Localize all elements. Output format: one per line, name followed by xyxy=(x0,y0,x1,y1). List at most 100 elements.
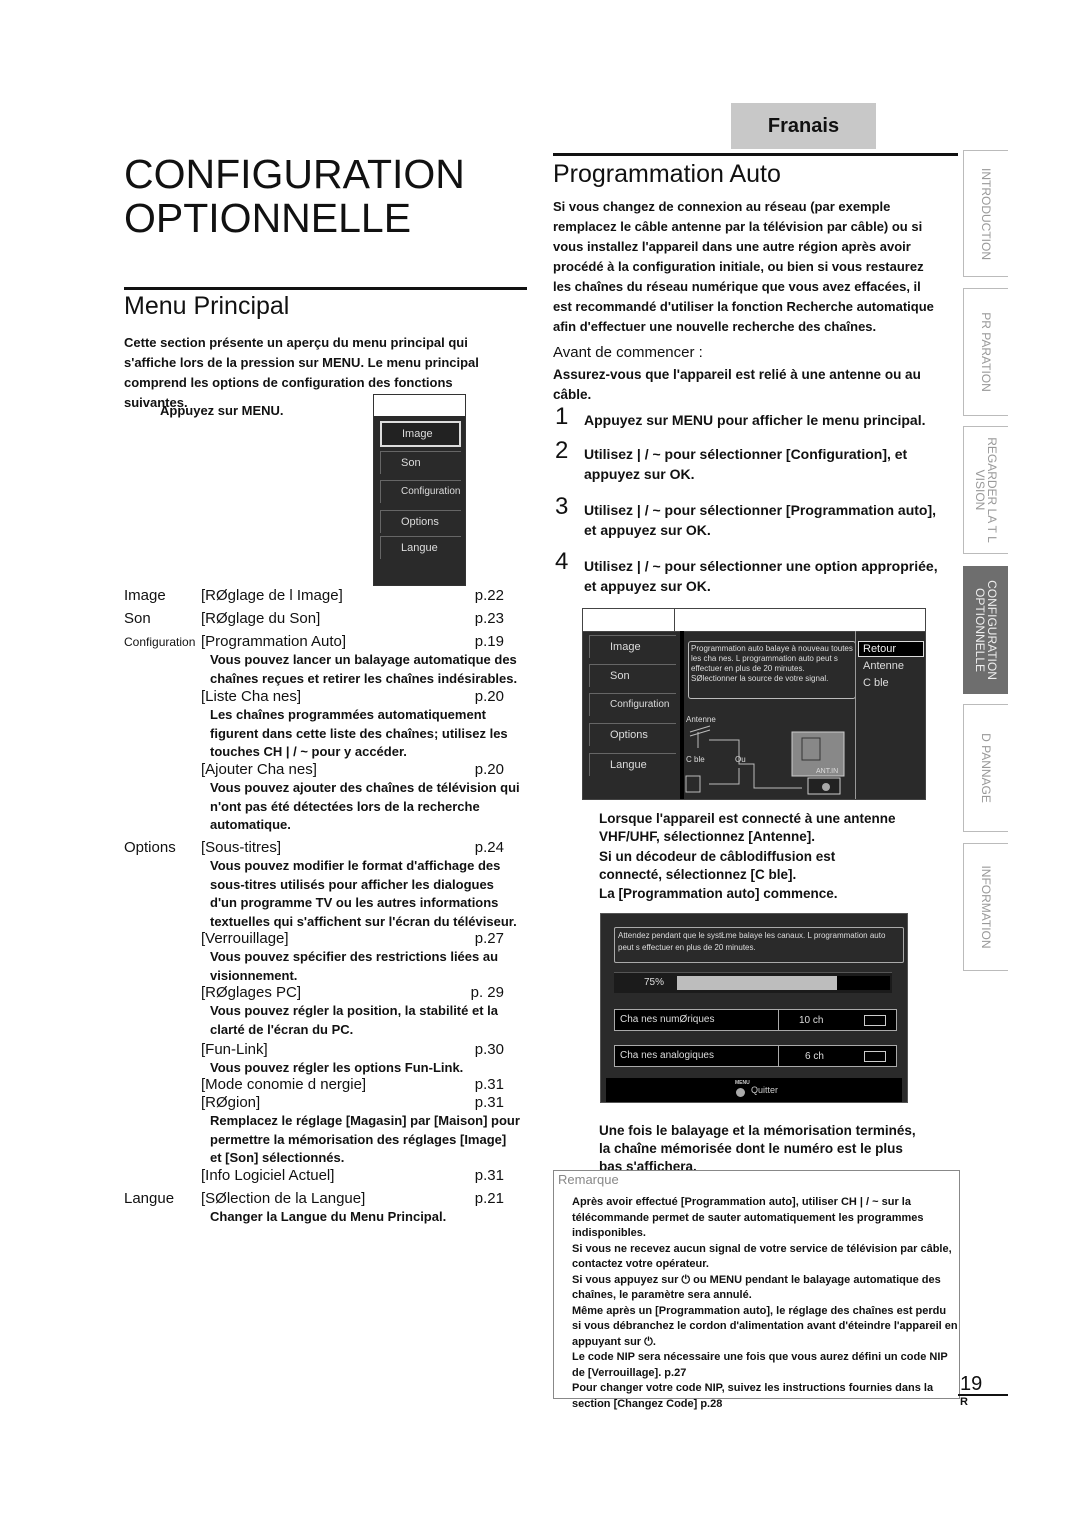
remarque-lines: Après avoir effectué [Programmation auto… xyxy=(572,1195,962,1412)
main-menu-screenshot: Image Son Configuration Options Langue xyxy=(373,394,466,586)
before-text: Assurez-vous que l'appareil est relié à … xyxy=(553,367,921,402)
side-tab-preparation[interactable]: PR PARATION xyxy=(963,288,1008,416)
step-text: Appuyez sur MENU pour afficher le menu p… xyxy=(584,412,926,428)
menu-item-son: Son xyxy=(380,451,461,474)
note-line: Après avoir effectué [Programmation auto… xyxy=(572,1196,911,1208)
row-page-ref: p.19 xyxy=(474,633,504,650)
digital-label: Cha nes numØriques xyxy=(620,1014,715,1025)
note-line: de [Verrouillage]. p.27 xyxy=(572,1366,687,1379)
side-tab-label: INTRODUCTION xyxy=(979,167,993,260)
source-select-screenshot: Image Son Configuration Options Langue P… xyxy=(582,608,926,800)
menu-item-son: Son xyxy=(589,664,676,687)
antenna-label: Antenne xyxy=(686,715,716,724)
menu-item-configuration: Configuration xyxy=(380,480,461,503)
note-line: contactez votre opérateur. xyxy=(572,1258,709,1270)
page-title-line1: CONFIGURATION xyxy=(124,151,465,197)
note-line: Le code NIP sera nécessaire une fois que… xyxy=(572,1351,948,1363)
row-category: Langue xyxy=(124,1190,175,1207)
menu-item-langue: Langue xyxy=(589,753,676,776)
step-number: 2 xyxy=(555,437,569,464)
menu-tag: MENU xyxy=(735,1080,750,1086)
side-tab-depannage[interactable]: D PANNAGE xyxy=(963,704,1008,832)
step-number: 4 xyxy=(555,548,569,575)
option-cable: C ble xyxy=(863,677,889,689)
analog-channels-row: Cha nes analogiques 6 ch xyxy=(614,1045,897,1067)
menu-item-options: Options xyxy=(589,723,676,746)
progress-track xyxy=(677,976,890,990)
option-retour: Retour xyxy=(858,641,924,657)
after-step-text: Si un décodeur de câblodiffusion est con… xyxy=(599,849,836,882)
side-tab-label: REGARDER LA T L VISION xyxy=(973,437,999,543)
scan-done-text: Une fois le balayage et la mémorisation … xyxy=(599,1123,916,1174)
section-heading-menu-principal: Menu Principal xyxy=(124,292,290,320)
menu-item-image: Image xyxy=(380,421,461,447)
side-tab-label: INFORMATION xyxy=(979,865,993,949)
page-title-line2: OPTIONNELLE xyxy=(124,195,412,241)
after-step-text: La [Programmation auto] commence. xyxy=(599,886,838,901)
row-page-ref: p.23 xyxy=(474,610,504,627)
right-divider xyxy=(553,153,958,156)
menu-button-icon xyxy=(736,1088,745,1097)
scan-progress-screenshot: Attendez pendant que le systŁme balaye l… xyxy=(600,913,908,1103)
before-label: Avant de commencer : xyxy=(553,344,703,361)
row-page-ref: p.31 xyxy=(474,1094,504,1111)
row-page-ref: p. 29 xyxy=(470,984,504,1001)
row-category: Options xyxy=(124,839,176,856)
progress-container: 75% xyxy=(614,972,892,993)
step-text: Utilisez | / ~ pour sélectionner [Config… xyxy=(584,446,908,482)
side-tab-information[interactable]: INFORMATION xyxy=(963,843,1008,971)
row-item: [RØgion] xyxy=(201,1094,261,1111)
remarque-title: Remarque xyxy=(558,1172,619,1187)
menu-item-configuration: Configuration xyxy=(589,693,676,716)
info-box: Programmation auto balaye à nouveau tout… xyxy=(688,641,856,699)
note-line: Si vous ne recevez aucun signal de votre… xyxy=(572,1242,952,1255)
row-item: [Mode conomie d nergie] xyxy=(201,1076,367,1093)
analog-count: 6 ch xyxy=(805,1051,824,1062)
row-item: [RØglage de l Image] xyxy=(201,587,343,604)
progress-label: 75% xyxy=(644,977,665,988)
connection-diagram xyxy=(685,725,845,795)
left-divider xyxy=(124,287,527,290)
row-category: Image xyxy=(124,587,166,604)
side-tab-regarder-tv[interactable]: REGARDER LA T L VISION xyxy=(963,426,1008,554)
row-page-ref: p.21 xyxy=(474,1190,504,1207)
note-line: appuyant sur ⏻. xyxy=(572,1335,656,1348)
row-description: Vous pouvez lancer un balayage automatiq… xyxy=(210,652,518,686)
note-line: télécommande permet de sauter automatiqu… xyxy=(572,1211,924,1240)
quit-bar: MENU Quitter xyxy=(606,1078,902,1102)
scan-message: Attendez pendant que le systŁme balaye l… xyxy=(614,927,904,963)
menu-item-image: Image xyxy=(589,635,676,658)
progress-fill xyxy=(677,976,837,990)
note-line: si vous débranchez le cordon d'alimentat… xyxy=(572,1320,958,1332)
row-item: [RØglages PC] xyxy=(201,984,302,1001)
side-tab-introduction[interactable]: INTRODUCTION xyxy=(963,150,1008,277)
row-item: [Sous-titres] xyxy=(201,839,282,856)
page-suffix: R xyxy=(960,1396,968,1408)
analog-label: Cha nes analogiques xyxy=(620,1050,714,1061)
menu-item-langue: Langue xyxy=(380,536,461,559)
row-page-ref: p.30 xyxy=(474,1041,504,1058)
row-description: Vous pouvez spécifier des restrictions l… xyxy=(210,949,499,983)
row-description: Remplacez le réglage [Magasin] par [Mais… xyxy=(210,1113,520,1165)
row-page-ref: p.31 xyxy=(474,1167,504,1184)
language-tab: Franais xyxy=(731,103,876,149)
row-item: [Programmation Auto] xyxy=(201,633,347,650)
row-item: [Verrouillage] xyxy=(201,930,289,947)
row-item: [Liste Cha nes] xyxy=(201,688,302,705)
page-number: 19 xyxy=(960,1373,983,1395)
row-page-ref: p.31 xyxy=(474,1076,504,1093)
side-tab-configuration-optionnelle[interactable]: CONFIGURATION OPTIONNELLE xyxy=(963,566,1008,694)
ant-in-label: ANT.IN xyxy=(816,768,839,775)
row-item: [RØglage du Son] xyxy=(201,610,321,627)
menu-item-options: Options xyxy=(380,510,461,533)
section-heading-programmation-auto: Programmation Auto xyxy=(553,160,781,188)
press-menu-instruction: Appuyez sur MENU. xyxy=(160,403,284,418)
row-description: Vous pouvez modifier le format d'afficha… xyxy=(210,858,517,929)
note-line: Même après un [Programmation auto], le r… xyxy=(572,1304,947,1317)
note-line: Si vous appuyez sur ⏻ ou MENU pendant le… xyxy=(572,1273,941,1286)
step-number: 1 xyxy=(555,403,569,430)
digital-count: 10 ch xyxy=(799,1015,824,1026)
row-page-ref: p.22 xyxy=(474,587,504,604)
auto-intro-text: Si vous changez de connexion au réseau (… xyxy=(553,199,934,334)
row-page-ref: p.27 xyxy=(474,930,504,947)
